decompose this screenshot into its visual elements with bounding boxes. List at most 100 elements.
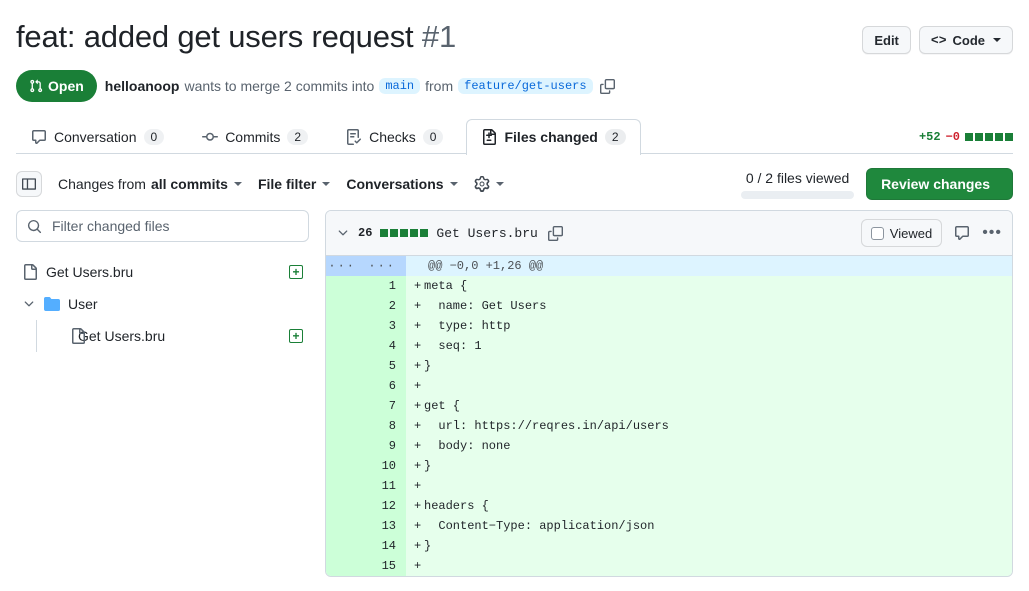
file-filter-box[interactable] — [16, 210, 309, 242]
tab-conversation-label: Conversation — [54, 129, 137, 145]
viewed-checkbox[interactable] — [871, 227, 884, 240]
status-badge: Open — [16, 70, 97, 102]
diff-filename[interactable]: Get Users.bru — [436, 226, 537, 241]
folder-icon — [44, 296, 60, 312]
line-number: 12 — [366, 496, 406, 516]
pr-author[interactable]: helloanoop — [105, 78, 180, 94]
line-content: + type: http — [406, 316, 1012, 336]
tab-commits[interactable]: Commits 2 — [187, 119, 323, 155]
tree-item-label: Get Users.bru — [52, 328, 281, 344]
diff-line-row[interactable]: 14+} — [326, 536, 1012, 556]
line-number: 11 — [366, 476, 406, 496]
add-comment-button[interactable] — [952, 223, 972, 243]
edit-button[interactable]: Edit — [862, 26, 911, 54]
line-sign: + — [414, 476, 424, 496]
pr-header: feat: added get users request #1 Edit <>… — [0, 0, 1029, 102]
line-content: + body: none — [406, 436, 1012, 456]
pr-number: #1 — [422, 19, 456, 54]
line-content: +headers { — [406, 496, 1012, 516]
tab-conversation[interactable]: Conversation 0 — [16, 119, 179, 155]
line-number: 13 — [366, 516, 406, 536]
diff-line-row[interactable]: 1+meta { — [326, 276, 1012, 296]
copy-path-button[interactable] — [546, 224, 565, 243]
tab-checks-label: Checks — [369, 129, 416, 145]
diff-line-row[interactable]: 3+ type: http — [326, 316, 1012, 336]
base-branch-chip[interactable]: main — [379, 78, 420, 94]
diff-line-row[interactable]: 11 + — [326, 476, 1012, 496]
viewed-checkbox-button[interactable]: Viewed — [861, 219, 942, 247]
chevron-down-icon[interactable] — [22, 297, 36, 311]
pull-request-page: feat: added get users request #1 Edit <>… — [0, 0, 1029, 591]
chevron-down-icon — [234, 182, 242, 186]
line-text: url: https://reqres.in/api/users — [424, 419, 669, 433]
diff-line-row[interactable]: 4+ seq: 1 — [326, 336, 1012, 356]
head-branch-chip[interactable]: feature/get-users — [458, 78, 592, 94]
tree-item-folder-user[interactable]: User — [16, 288, 309, 320]
gear-icon — [474, 176, 490, 192]
line-content: + seq: 1 — [406, 336, 1012, 356]
diff-line-row[interactable]: 6+ — [326, 376, 1012, 396]
search-input[interactable] — [50, 217, 298, 235]
chevron-down-icon — [993, 38, 1001, 42]
diff-line-row[interactable]: 7+get { — [326, 396, 1012, 416]
tab-commits-label: Commits — [225, 129, 280, 145]
diffstat-summary: +52 −0 — [919, 130, 1013, 144]
comment-icon — [31, 129, 47, 145]
diff-line-row[interactable]: 8+ url: https://reqres.in/api/users — [326, 416, 1012, 436]
tab-checks[interactable]: Checks 0 — [331, 119, 458, 155]
code-button[interactable]: <> Code — [919, 26, 1013, 54]
pull-request-icon — [29, 79, 43, 93]
toolbar-right: 0 / 2 files viewed Review changes — [741, 168, 1013, 200]
files-viewed-progressbar — [741, 191, 854, 199]
chevron-down-icon — [450, 182, 458, 186]
hunk-marker-new: ··· — [366, 256, 406, 276]
diff-line-row[interactable]: 10+} — [326, 456, 1012, 476]
code-button-label: Code — [953, 33, 986, 48]
copy-branch-button[interactable] — [598, 77, 617, 96]
changes-from-dropdown[interactable]: Changes from all commits — [58, 176, 242, 192]
search-icon — [27, 219, 42, 234]
tab-files-changed-count: 2 — [605, 129, 626, 145]
hunk-marker-old: ··· — [326, 256, 366, 276]
review-changes-button[interactable]: Review changes — [866, 168, 1013, 200]
line-sign: + — [414, 556, 424, 576]
diff-line-row[interactable]: 5+} — [326, 356, 1012, 376]
file-status-added-icon: + — [289, 265, 303, 279]
pr-meta-row: Open helloanoop wants to merge 2 commits… — [16, 70, 1013, 102]
tab-checks-count: 0 — [423, 129, 444, 145]
tree-item-file-nested[interactable]: Get Users.bru + — [16, 320, 309, 352]
line-content: +meta { — [406, 276, 1012, 296]
changes-from-prefix: Changes from — [58, 176, 146, 192]
diff-line-row[interactable]: 9+ body: none — [326, 436, 1012, 456]
line-sign: + — [414, 496, 424, 516]
line-number: 7 — [366, 396, 406, 416]
line-text: } — [424, 359, 431, 373]
tab-files-changed[interactable]: Files changed 2 — [466, 119, 640, 155]
diff-line-row[interactable]: 15 + — [326, 556, 1012, 576]
diff-line-row[interactable]: 2+ name: Get Users — [326, 296, 1012, 316]
tree-item-file-root[interactable]: Get Users.bru + — [16, 256, 309, 288]
line-number: 15 — [366, 556, 406, 576]
conversations-dropdown[interactable]: Conversations — [346, 176, 457, 192]
diff-panel: 26 Get Users.bru Viewed — [325, 210, 1013, 577]
file-filter-dropdown[interactable]: File filter — [258, 176, 330, 192]
diff-line-row[interactable]: 13+ Content−Type: application/json — [326, 516, 1012, 536]
chevron-down-icon — [322, 182, 330, 186]
diff-options-menu[interactable]: ••• — [982, 225, 1002, 241]
comment-icon — [954, 225, 970, 241]
changes-from-value: all commits — [151, 176, 228, 192]
collapse-diff-button[interactable] — [336, 226, 350, 240]
line-content: + name: Get Users — [406, 296, 1012, 316]
line-sign: + — [414, 376, 424, 396]
checks-icon — [346, 129, 362, 145]
line-number: 1 — [366, 276, 406, 296]
file-tree-panel: Get Users.bru + User — [16, 210, 309, 352]
deletions-count: −0 — [946, 130, 960, 144]
title-row: feat: added get users request #1 Edit <>… — [16, 18, 1013, 56]
diff-line-row[interactable]: 12+headers { — [326, 496, 1012, 516]
line-number: 10 — [366, 456, 406, 476]
line-text: name: Get Users — [424, 299, 546, 313]
toggle-file-tree-button[interactable] — [16, 171, 42, 197]
merge-description: helloanoop wants to merge 2 commits into… — [105, 77, 617, 96]
diff-settings-dropdown[interactable] — [474, 176, 504, 192]
